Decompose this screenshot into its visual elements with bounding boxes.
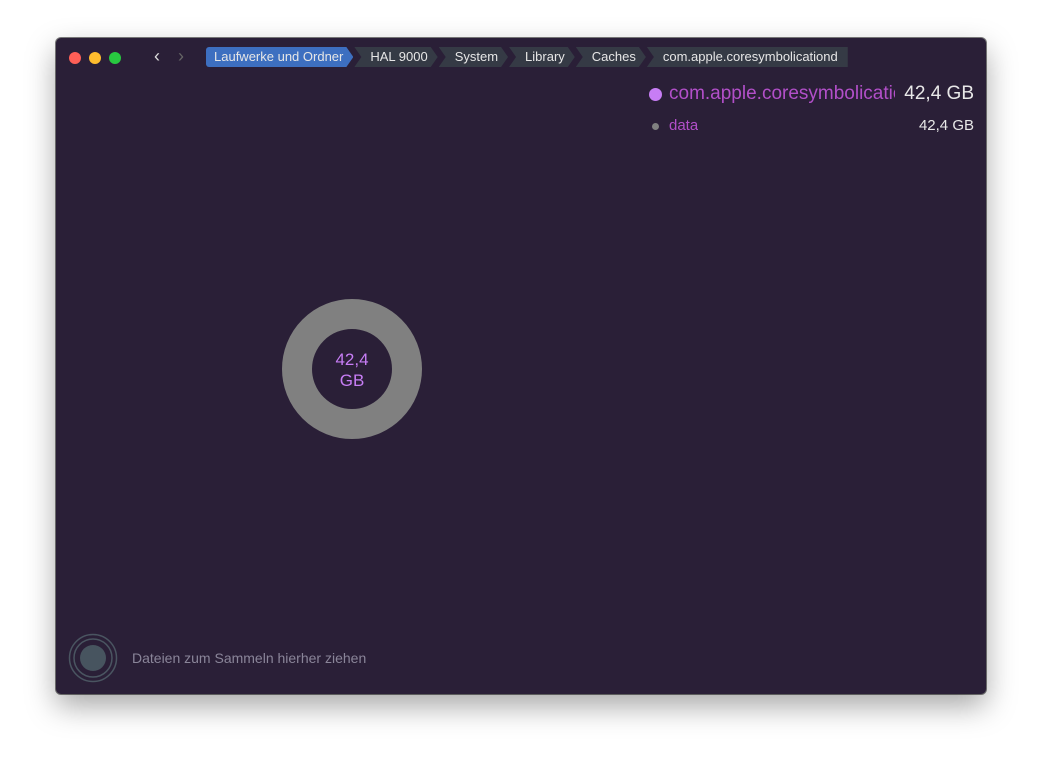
legend-row-data[interactable]: data 42,4 GB bbox=[649, 114, 974, 146]
chevron-right-icon[interactable]: › bbox=[178, 46, 184, 67]
breadcrumb-item[interactable]: Laufwerke und Ordner bbox=[206, 47, 353, 67]
legend-name: com.apple.coresymbolicationd bbox=[669, 83, 895, 104]
drop-hint: Dateien zum Sammeln hierher ziehen bbox=[132, 650, 367, 666]
center-unit: GB bbox=[339, 371, 365, 390]
donut-center-label: 42,4 GB bbox=[312, 349, 392, 391]
minimize-button[interactable] bbox=[89, 52, 101, 64]
zoom-button[interactable] bbox=[109, 52, 121, 64]
breadcrumb-item[interactable]: Library bbox=[509, 47, 575, 67]
chevron-left-icon[interactable]: ‹ bbox=[154, 46, 160, 67]
app-window: ‹ › Laufwerke und Ordner HAL 9000 System… bbox=[56, 38, 986, 694]
breadcrumb-item[interactable]: com.apple.coresymbolicationd bbox=[646, 47, 848, 67]
breadcrumb-item[interactable]: HAL 9000 bbox=[354, 47, 437, 67]
legend-size: 42,4 GB bbox=[904, 83, 974, 104]
legend-name: data bbox=[669, 117, 699, 134]
breadcrumb: Laufwerke und Ordner HAL 9000 System Lib… bbox=[206, 47, 849, 67]
legend-dot-icon bbox=[649, 88, 662, 101]
drop-zone-icon[interactable] bbox=[68, 633, 118, 683]
center-value: 42,4 bbox=[335, 350, 369, 369]
legend-dot-icon bbox=[652, 123, 659, 130]
breadcrumb-item[interactable]: System bbox=[439, 47, 508, 67]
breadcrumb-item[interactable]: Caches bbox=[576, 47, 646, 67]
legend: com.apple.coresymbolicationd 42,4 GB dat… bbox=[649, 82, 974, 146]
legend-size: 42,4 GB bbox=[918, 117, 974, 134]
close-button[interactable] bbox=[69, 52, 81, 64]
legend-row-folder[interactable]: com.apple.coresymbolicationd 42,4 GB bbox=[649, 82, 974, 114]
